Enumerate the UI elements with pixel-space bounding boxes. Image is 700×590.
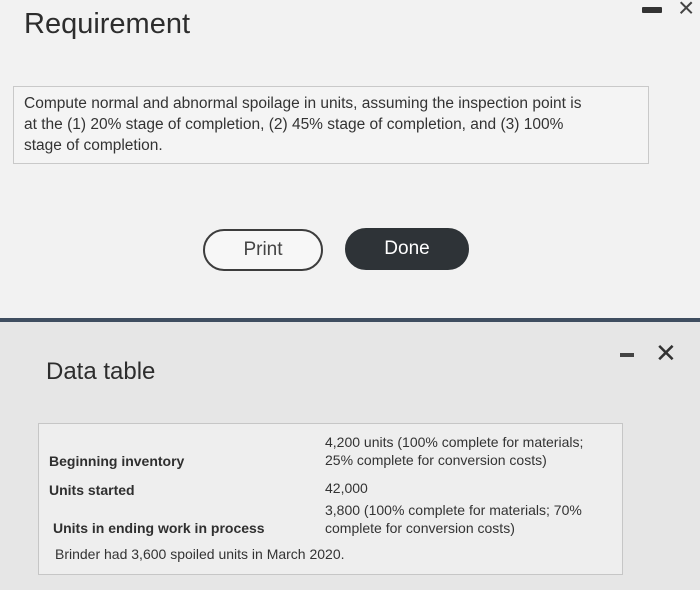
requirement-title: Requirement	[24, 8, 191, 40]
value-line: 3,800 (100% complete for materials; 70%	[325, 502, 582, 518]
requirement-text-line: at the (1) 20% stage of completion, (2) …	[24, 116, 564, 133]
data-table-title: Data table	[46, 358, 156, 385]
row-label-beginning-inventory: Beginning inventory	[49, 453, 185, 469]
done-button[interactable]: Done	[345, 228, 469, 270]
print-button[interactable]: Print	[203, 229, 323, 271]
minimize-icon[interactable]	[642, 7, 662, 13]
requirement-dialog: Requirement × Compute normal and abnorma…	[0, 0, 700, 318]
row-value-units-started: 42,000	[325, 479, 368, 497]
value-line: complete for conversion costs)	[325, 520, 515, 536]
value-line: 42,000	[325, 480, 368, 496]
spoiled-units-note: Brinder had 3,600 spoiled units in March…	[55, 546, 345, 562]
value-line: 25% complete for conversion costs)	[325, 452, 547, 468]
row-label-ending-wip: Units in ending work in process	[53, 520, 265, 536]
row-value-beginning-inventory: 4,200 units (100% complete for materials…	[325, 433, 583, 469]
data-table-dialog: Data table ✕ Beginning inventory 4,200 u…	[0, 322, 700, 590]
row-value-ending-wip: 3,800 (100% complete for materials; 70% …	[325, 501, 582, 537]
data-table: Beginning inventory 4,200 units (100% co…	[38, 423, 623, 575]
close-icon[interactable]: ✕	[655, 338, 677, 369]
requirement-text-line: Compute normal and abnormal spoilage in …	[24, 95, 582, 112]
close-icon[interactable]: ×	[678, 0, 694, 22]
requirement-text-line: stage of completion.	[24, 137, 163, 154]
value-line: 4,200 units (100% complete for materials…	[325, 434, 584, 450]
minimize-icon[interactable]	[620, 353, 634, 357]
requirement-text-box: Compute normal and abnormal spoilage in …	[13, 86, 649, 164]
row-label-units-started: Units started	[49, 482, 135, 498]
